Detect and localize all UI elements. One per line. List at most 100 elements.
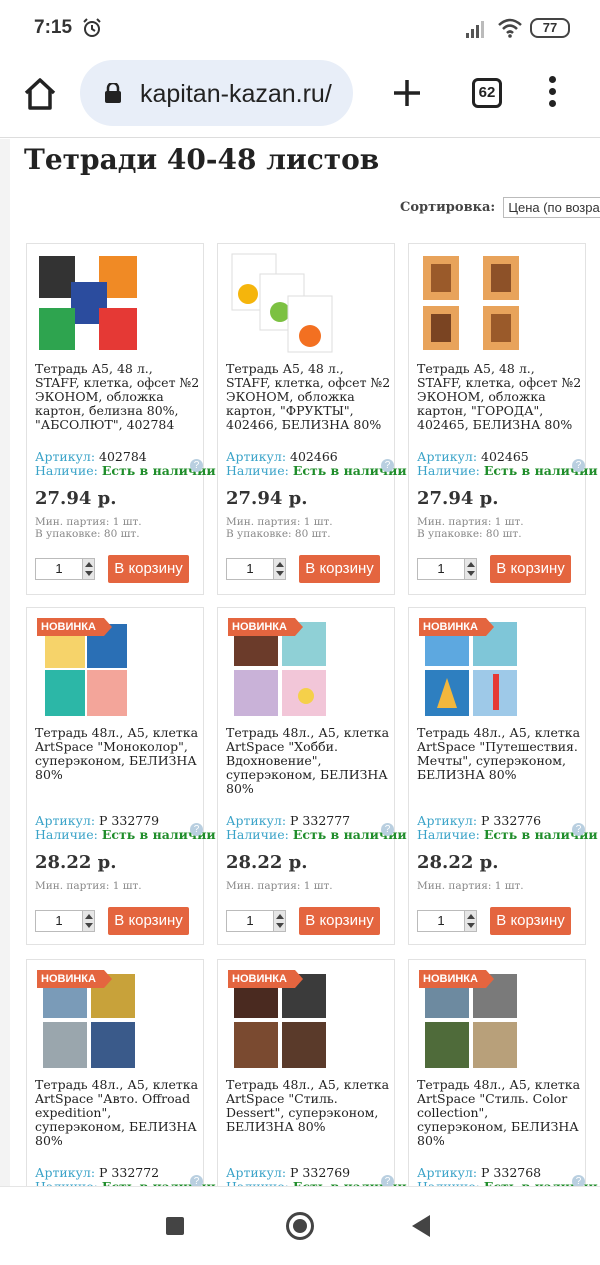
- more-menu-icon[interactable]: [546, 76, 558, 110]
- min-batch: Мин. партия: 1 шт.: [226, 880, 333, 892]
- add-to-cart-button[interactable]: В корзину: [108, 555, 189, 583]
- product-price: 27.94 р.: [417, 488, 499, 509]
- product-image[interactable]: [417, 252, 527, 354]
- add-to-cart-button[interactable]: В корзину: [299, 907, 380, 935]
- help-icon[interactable]: ?: [572, 459, 585, 472]
- product-availability: Наличие: Есть в наличии: [226, 827, 407, 842]
- product-card: Тетрадь А5, 48 л., STAFF, клетка, офсет …: [217, 243, 407, 595]
- product-title[interactable]: Тетрадь А5, 48 л., STAFF, клетка, офсет …: [417, 362, 582, 432]
- product-card: НОВИНКА Тетрадь 48л., А5, клетка ArtSpac…: [217, 607, 407, 945]
- product-title[interactable]: Тетрадь 48л., А5, клетка ArtSpace "Авто.…: [35, 1078, 200, 1148]
- quantity-stepper[interactable]: 1: [417, 558, 477, 580]
- help-icon[interactable]: ?: [381, 459, 394, 472]
- quantity-stepper[interactable]: 1: [226, 910, 286, 932]
- product-sku: Артикул: 402465: [417, 449, 529, 464]
- quantity-stepper[interactable]: 1: [417, 910, 477, 932]
- new-badge: НОВИНКА: [228, 618, 303, 636]
- add-to-cart-button[interactable]: В корзину: [108, 907, 189, 935]
- help-icon[interactable]: ?: [190, 459, 203, 472]
- new-badge: НОВИНКА: [228, 970, 303, 988]
- stepper-arrows-icon[interactable]: [464, 559, 476, 579]
- quantity-stepper[interactable]: 1: [35, 558, 95, 580]
- add-to-cart-button[interactable]: В корзину: [490, 907, 571, 935]
- help-icon[interactable]: ?: [190, 823, 203, 836]
- product-price: 27.94 р.: [226, 488, 308, 509]
- page-content: Тетради 40-48 листов Сортировка: Цена (п…: [0, 139, 600, 1186]
- product-price: 28.22 р.: [417, 852, 499, 873]
- signal-icon: [466, 21, 484, 38]
- product-card: НОВИНКА Тетрадь 48л., А5, клетка ArtSpac…: [408, 959, 598, 1186]
- alarm-icon: [83, 18, 101, 37]
- product-image[interactable]: [35, 252, 145, 354]
- product-title[interactable]: Тетрадь А5, 48 л., STAFF, клетка, офсет …: [35, 362, 200, 432]
- help-icon[interactable]: ?: [572, 823, 585, 836]
- product-sku: Артикул: P 332768: [417, 1165, 542, 1180]
- pack-size: В упаковке: 80 шт.: [35, 528, 140, 540]
- address-bar[interactable]: kapitan-kazan.ru/: [80, 60, 353, 126]
- product-availability: Наличие: Есть в наличии: [226, 463, 407, 478]
- home-button-icon[interactable]: [286, 1212, 314, 1240]
- status-time: 7:15: [34, 17, 73, 38]
- new-badge: НОВИНКА: [419, 970, 494, 988]
- home-icon[interactable]: [22, 76, 58, 112]
- help-icon[interactable]: ?: [190, 1175, 203, 1186]
- browser-toolbar: kapitan-kazan.ru/ 62: [0, 56, 600, 138]
- new-badge: НОВИНКА: [37, 970, 112, 988]
- product-sku: Артикул: 402466: [226, 449, 338, 464]
- new-badge: НОВИНКА: [419, 618, 494, 636]
- product-availability: Наличие: Есть в наличии: [35, 1179, 216, 1186]
- product-sku: Артикул: P 332779: [35, 813, 160, 828]
- min-batch: Мин. партия: 1 шт.: [35, 880, 142, 892]
- product-availability: Наличие: Есть в наличии: [417, 827, 598, 842]
- add-to-cart-button[interactable]: В корзину: [490, 555, 571, 583]
- url-text: kapitan-kazan.ru/: [140, 80, 332, 108]
- stepper-arrows-icon[interactable]: [273, 559, 285, 579]
- product-image[interactable]: [226, 252, 336, 354]
- recents-icon[interactable]: [166, 1217, 184, 1235]
- product-availability: Наличие: Есть в наличии: [417, 463, 598, 478]
- quantity-stepper[interactable]: 1: [226, 558, 286, 580]
- product-price: 28.22 р.: [35, 852, 117, 873]
- product-availability: Наличие: Есть в наличии: [226, 1179, 407, 1186]
- lock-icon: [105, 83, 121, 103]
- stepper-arrows-icon[interactable]: [464, 911, 476, 931]
- sort-select[interactable]: Цена (по возрастанию): [503, 197, 600, 218]
- tab-switcher-button[interactable]: 62: [472, 78, 502, 108]
- new-tab-icon[interactable]: [392, 78, 422, 108]
- stepper-arrows-icon[interactable]: [273, 911, 285, 931]
- battery-indicator: 77: [530, 18, 570, 38]
- product-sku: Артикул: P 332769: [226, 1165, 351, 1180]
- product-card: Тетрадь А5, 48 л., STAFF, клетка, офсет …: [408, 243, 598, 595]
- product-title[interactable]: Тетрадь 48л., А5, клетка ArtSpace "Путеш…: [417, 726, 582, 782]
- stepper-arrows-icon[interactable]: [82, 559, 94, 579]
- product-card: НОВИНКА Тетрадь 48л., А5, клетка ArtSpac…: [26, 607, 216, 945]
- quantity-stepper[interactable]: 1: [35, 910, 95, 932]
- system-nav-bar: [0, 1186, 600, 1265]
- product-title[interactable]: Тетрадь 48л., А5, клетка ArtSpace "Стиль…: [417, 1078, 582, 1148]
- min-batch: Мин. партия: 1 шт.: [417, 880, 524, 892]
- product-sku: Артикул: P 332772: [35, 1165, 160, 1180]
- product-title[interactable]: Тетрадь 48л., А5, клетка ArtSpace "Монок…: [35, 726, 200, 782]
- sort-control: Сортировка: Цена (по возрастанию): [400, 197, 600, 218]
- help-icon[interactable]: ?: [381, 823, 394, 836]
- product-availability: Наличие: Есть в наличии: [35, 463, 216, 478]
- back-icon[interactable]: [412, 1215, 430, 1237]
- product-sku: Артикул: 402784: [35, 449, 147, 464]
- product-availability: Наличие: Есть в наличии: [417, 1179, 598, 1186]
- catalog-page: Тетради 40-48 листов Сортировка: Цена (п…: [10, 139, 600, 1186]
- product-card: Тетрадь А5, 48 л., STAFF, клетка, офсет …: [26, 243, 216, 595]
- page-title: Тетради 40-48 листов: [24, 143, 380, 176]
- product-sku: Артикул: P 332776: [417, 813, 542, 828]
- status-bar: 7:15 77: [0, 0, 600, 56]
- product-price: 27.94 р.: [35, 488, 117, 509]
- stepper-arrows-icon[interactable]: [82, 911, 94, 931]
- help-icon[interactable]: ?: [381, 1175, 394, 1186]
- pack-size: В упаковке: 80 шт.: [417, 528, 522, 540]
- add-to-cart-button[interactable]: В корзину: [299, 555, 380, 583]
- product-price: 28.22 р.: [226, 852, 308, 873]
- product-title[interactable]: Тетрадь А5, 48 л., STAFF, клетка, офсет …: [226, 362, 391, 432]
- product-card: НОВИНКА Тетрадь 48л., А5, клетка ArtSpac…: [408, 607, 598, 945]
- product-title[interactable]: Тетрадь 48л., А5, клетка ArtSpace "Стиль…: [226, 1078, 391, 1134]
- help-icon[interactable]: ?: [572, 1175, 585, 1186]
- product-title[interactable]: Тетрадь 48л., А5, клетка ArtSpace "Хобби…: [226, 726, 391, 796]
